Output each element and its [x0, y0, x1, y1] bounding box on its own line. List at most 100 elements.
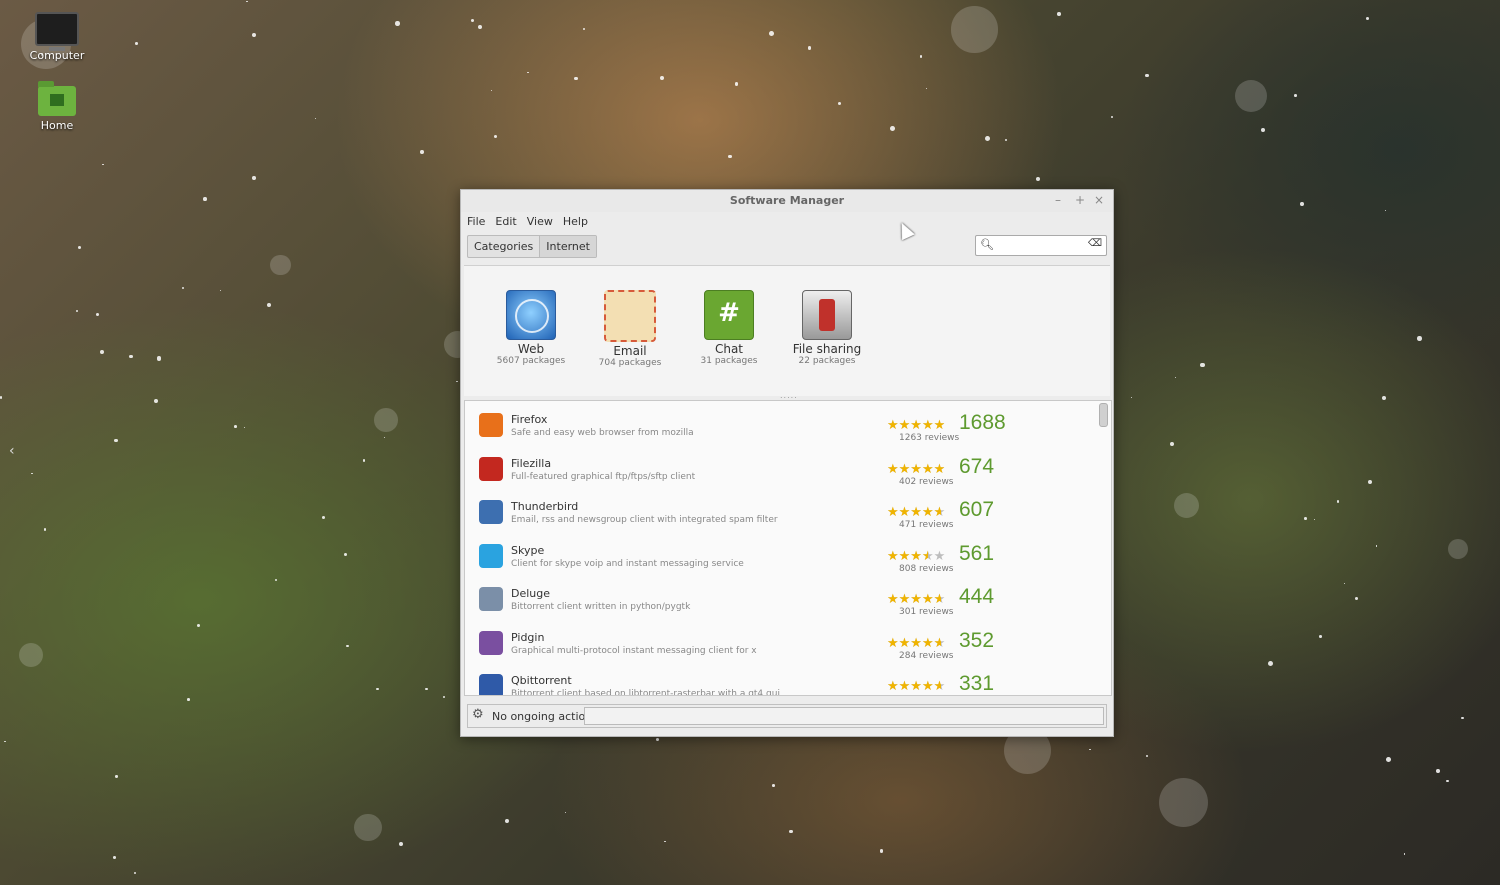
desktop-icon-home[interactable]: Home	[17, 81, 97, 132]
snowflake	[769, 30, 774, 36]
snowflake	[133, 871, 137, 875]
snowflake	[1175, 377, 1177, 379]
app-description: Client for skype voip and instant messag…	[511, 558, 744, 569]
app-name: Deluge	[511, 587, 551, 600]
snowflake	[527, 71, 529, 74]
snowflake	[1375, 544, 1378, 547]
toolbar: Categories Internet 🔍︎ ⌫	[461, 232, 1113, 262]
snowflake	[564, 811, 567, 814]
list-item[interactable]: Thunderbird Email, rss and newsgroup clie…	[465, 492, 1095, 535]
clear-search-icon[interactable]: ⌫	[1088, 238, 1102, 249]
minimize-button[interactable]: –	[1055, 193, 1061, 207]
list-item[interactable]: Skype Client for skype voip and instant m…	[465, 536, 1095, 579]
snowflake	[504, 818, 509, 823]
progress-bar	[584, 707, 1104, 725]
deluge-icon	[479, 587, 503, 611]
review-count: 301 reviews	[899, 607, 954, 617]
snowflake	[1417, 336, 1422, 341]
bokeh-light	[270, 254, 291, 276]
category-panel: Web 5607 packages Email 704 packages # C…	[464, 265, 1110, 400]
rating-stars: ★★★★★★★★★★	[887, 418, 946, 433]
bokeh-light	[1173, 492, 1200, 518]
snowflake	[243, 426, 246, 428]
category-name: File sharing	[792, 342, 862, 356]
rating-stars: ★★★★★★★★★★	[887, 679, 946, 694]
category-chat[interactable]: # Chat 31 packages	[679, 290, 779, 366]
app-description: Bittorrent client written in python/pygt…	[511, 602, 691, 612]
snowflake	[383, 437, 386, 439]
category-file-sharing[interactable]: File sharing 22 packages	[777, 290, 877, 366]
close-button[interactable]: ×	[1094, 193, 1104, 207]
snowflake	[322, 516, 326, 520]
snowflake	[134, 41, 138, 45]
list-item[interactable]: Pidgin Graphical multi-protocol instant m…	[465, 623, 1095, 666]
snowflake	[31, 472, 33, 474]
list-item[interactable]: Firefox Safe and easy web browser from mo…	[465, 405, 1095, 448]
review-count: 471 reviews	[899, 520, 954, 530]
category-email[interactable]: Email 704 packages	[580, 290, 680, 368]
snowflake	[99, 349, 104, 354]
qbittorrent-icon	[479, 674, 503, 695]
snowflake	[346, 644, 349, 647]
snowflake	[95, 312, 99, 316]
menu-help[interactable]: Help	[563, 212, 588, 232]
snowflake	[1436, 769, 1441, 774]
snowflake	[1130, 397, 1132, 399]
app-score: 674	[959, 454, 995, 478]
list-item[interactable]: Filezilla Full-featured graphical ftp/ftp…	[465, 449, 1095, 492]
thunderbird-icon	[479, 500, 503, 524]
list-scrollbar[interactable]	[1099, 403, 1108, 427]
bokeh-light	[18, 642, 43, 667]
app-name: Firefox	[511, 413, 548, 426]
menu-file[interactable]: File	[467, 212, 485, 232]
home-folder-icon	[38, 81, 76, 116]
snowflake	[583, 28, 585, 30]
chevron-left-icon[interactable]: ‹	[9, 443, 15, 459]
snowflake	[1089, 748, 1091, 751]
filezilla-icon	[479, 456, 503, 481]
breadcrumb-internet[interactable]: Internet	[539, 236, 596, 257]
snowflake	[772, 783, 776, 787]
list-item[interactable]: Qbittorrent Bittorrent client based on li…	[465, 666, 1095, 695]
snowflake	[4, 740, 7, 743]
snowflake	[187, 698, 190, 701]
snowflake	[1260, 128, 1265, 133]
review-count: 808 reviews	[899, 563, 954, 574]
status-text: No ongoing actions	[492, 710, 598, 723]
menu-edit[interactable]: Edit	[495, 212, 516, 232]
rating-stars: ★★★★★★★★★★	[887, 548, 946, 564]
snowflake	[493, 135, 498, 139]
snowflake	[234, 424, 237, 428]
snowflake	[1382, 395, 1387, 400]
snowflake	[1319, 635, 1322, 638]
snowflake	[879, 848, 884, 853]
snowflake	[76, 309, 79, 312]
pane-resize-handle[interactable]: .....	[780, 391, 798, 400]
snowflake	[1110, 116, 1113, 118]
review-count: 1263 reviews	[899, 433, 960, 443]
maximize-button[interactable]: +	[1075, 193, 1085, 207]
category-count: 22 packages	[798, 356, 856, 366]
snowflake	[734, 81, 739, 86]
snowflake	[395, 21, 400, 27]
snowflake	[490, 89, 492, 92]
review-count: 284 reviews	[899, 650, 954, 661]
category-web[interactable]: Web 5607 packages	[481, 290, 581, 366]
search-input[interactable]: 🔍︎ ⌫	[975, 235, 1107, 256]
list-item[interactable]: Deluge Bittorrent client written in pytho…	[465, 579, 1095, 622]
skype-icon	[479, 543, 503, 568]
snowflake	[478, 25, 483, 30]
snowflake	[1461, 716, 1464, 720]
snowflake	[112, 856, 116, 859]
snowflake	[1384, 210, 1387, 212]
titlebar[interactable]: Software Manager – + ×	[461, 190, 1113, 212]
menu-view[interactable]: View	[527, 212, 553, 232]
app-name: Thunderbird	[511, 500, 579, 513]
snowflake	[1313, 518, 1316, 520]
breadcrumb-categories[interactable]: Categories	[468, 236, 539, 257]
snowflake	[398, 841, 403, 846]
snowflake	[1355, 596, 1359, 600]
snowflake	[470, 18, 474, 23]
desktop-icon-computer[interactable]: Computer	[17, 12, 97, 62]
snowflake	[1294, 94, 1298, 98]
